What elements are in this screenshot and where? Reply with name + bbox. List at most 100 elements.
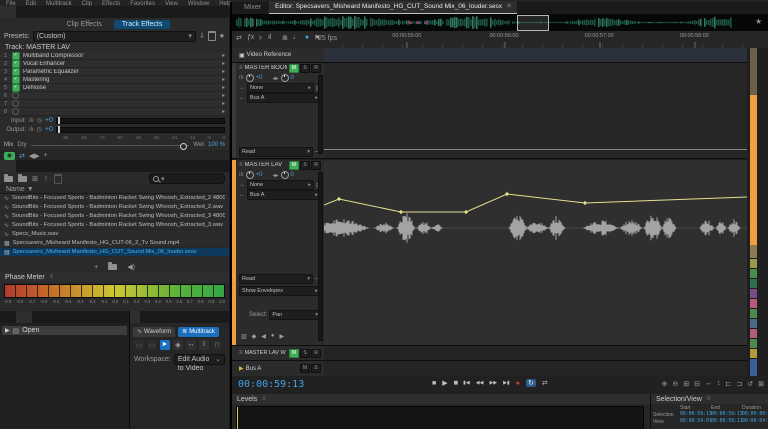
history-item[interactable]: ▶ ▤ Open bbox=[2, 326, 127, 335]
tab-editor-session[interactable]: Editor: Specsavers_Misheard Manifesto_HG… bbox=[269, 1, 518, 14]
loop-playback-button[interactable]: ↻ bbox=[526, 379, 536, 387]
file-row[interactable]: Specs_Music.wav bbox=[0, 230, 229, 239]
chevron-right-icon[interactable]: ▸ bbox=[222, 76, 225, 83]
tool-icon[interactable]: ⊓ bbox=[212, 339, 222, 350]
fx-icon[interactable]: ƒx bbox=[247, 34, 254, 42]
navigator-lav-thumb[interactable] bbox=[750, 95, 757, 245]
chevron-right-icon[interactable]: ▸ bbox=[222, 68, 225, 75]
playhead-timecode[interactable]: 00:00:59:13 bbox=[238, 379, 304, 390]
zoom-horizontal-icon[interactable]: ↔ bbox=[705, 380, 712, 388]
panel-tab[interactable] bbox=[16, 160, 32, 172]
panel-tab[interactable] bbox=[32, 160, 48, 172]
delete-preset-icon[interactable] bbox=[207, 31, 216, 41]
file-row[interactable]: Specsavers_Misheard Manifesto_HG_CUT-06_… bbox=[0, 239, 229, 248]
effect-power-icon[interactable] bbox=[12, 59, 20, 68]
panel-tab[interactable] bbox=[64, 6, 80, 18]
pan-knob[interactable] bbox=[280, 74, 289, 82]
panel-tab[interactable] bbox=[48, 6, 64, 18]
zoom-full-icon[interactable]: ⊠ bbox=[758, 380, 764, 388]
panel-tab[interactable] bbox=[16, 311, 32, 323]
chevron-right-icon[interactable]: ▸ bbox=[222, 100, 225, 107]
rack-power-button[interactable]: ◉ bbox=[4, 151, 15, 160]
zoom-in-point-icon[interactable]: ⊕ bbox=[662, 380, 668, 388]
tab-track-effects[interactable]: Track Effects bbox=[113, 19, 171, 29]
razor-tool-icon[interactable]: ◈ bbox=[173, 339, 183, 350]
file-row[interactable]: SoundBits - Focused Sports - Badminton R… bbox=[0, 194, 229, 203]
track-video-reference[interactable]: ▣ Video Reference bbox=[232, 48, 747, 63]
chevron-right-icon[interactable]: ▸ bbox=[222, 108, 225, 115]
arm-button[interactable]: R bbox=[311, 160, 321, 170]
add-effect-icon[interactable]: + bbox=[44, 152, 48, 159]
panel-tab[interactable] bbox=[0, 6, 16, 18]
rewind-button[interactable]: ◀◀ bbox=[476, 380, 484, 386]
effect-power-icon[interactable] bbox=[12, 92, 19, 99]
fast-forward-button[interactable]: ▶▶ bbox=[489, 380, 497, 386]
panel-tab[interactable] bbox=[140, 311, 150, 323]
meter-icon[interactable]: ıl bbox=[268, 34, 272, 42]
open-folder-icon[interactable] bbox=[108, 262, 118, 270]
panel-tab[interactable] bbox=[0, 311, 16, 323]
solo-button[interactable]: S bbox=[300, 348, 310, 358]
open-file-icon[interactable] bbox=[18, 173, 27, 182]
panel-menu-icon[interactable]: ≡ bbox=[262, 396, 266, 402]
tool-icon[interactable]: ▭ bbox=[134, 339, 144, 350]
effect-slot[interactable]: 6 ▸ bbox=[0, 92, 229, 100]
favorite-star-icon[interactable]: ★ bbox=[755, 17, 762, 26]
tab-mixer[interactable]: Mixer bbox=[236, 2, 269, 14]
pre-post-icon[interactable]: ◀▶ bbox=[29, 152, 40, 160]
chevron-right-icon[interactable]: ▸ bbox=[222, 60, 225, 67]
output-gain-slider[interactable] bbox=[55, 125, 225, 133]
solo-button[interactable]: S bbox=[300, 63, 310, 73]
slider-handle[interactable] bbox=[57, 116, 60, 124]
panel-tab[interactable] bbox=[16, 6, 32, 18]
timeline-ruler[interactable]: 00:00:55:00 00:00:56:00 00:00:57:00 00:00:5… bbox=[342, 31, 747, 48]
effect-power-icon[interactable] bbox=[12, 108, 19, 115]
pan-knob[interactable] bbox=[280, 171, 289, 179]
time-selection-tool-icon[interactable]: I bbox=[199, 339, 209, 350]
new-item-icon[interactable]: ⊞ bbox=[32, 175, 38, 183]
magnet-icon[interactable]: ⋒ bbox=[282, 34, 288, 42]
chevron-right-icon[interactable]: ▸ bbox=[222, 84, 225, 91]
favorite-star-icon[interactable]: ★ bbox=[219, 32, 225, 40]
view-duration[interactable]: 00:00:04:10 bbox=[742, 419, 768, 425]
next-keyframe-icon[interactable]: ▶ bbox=[280, 333, 285, 340]
zoom-in-horizontal-icon[interactable]: ⊞ bbox=[683, 380, 689, 388]
volume-knob[interactable] bbox=[245, 74, 254, 82]
selection-start[interactable]: 00:00:59:13 bbox=[680, 412, 712, 418]
routing-icon[interactable]: ⇄ bbox=[19, 152, 25, 160]
view-end[interactable]: 00:00:58:11 bbox=[711, 419, 743, 425]
pause-button[interactable]: ▮▮ bbox=[454, 380, 458, 386]
add-icon[interactable]: + bbox=[94, 264, 98, 271]
effect-power-icon[interactable] bbox=[12, 67, 20, 76]
waveform-view-button[interactable]: ∿ Waveform bbox=[133, 326, 176, 337]
panel-tab[interactable] bbox=[48, 160, 64, 172]
effect-power-icon[interactable] bbox=[12, 83, 20, 92]
keyframe-dot-icon[interactable]: ● bbox=[271, 333, 275, 339]
tab-clip-effects[interactable]: Clip Effects bbox=[59, 20, 110, 29]
tool-icon[interactable]: ▭ bbox=[147, 339, 157, 350]
zoom-out-horizontal-icon[interactable]: ⊟ bbox=[694, 380, 700, 388]
import-file-icon[interactable] bbox=[4, 173, 13, 182]
view-start[interactable]: 00:00:54:01 bbox=[680, 419, 712, 425]
files-search-input[interactable]: ▾ bbox=[149, 173, 225, 184]
stop-button[interactable]: ■ bbox=[432, 380, 436, 387]
file-row[interactable]: SoundBits - Focused Sports - Badminton R… bbox=[0, 212, 229, 221]
scroll-toggle-icon[interactable]: ⇄ bbox=[236, 34, 242, 42]
slider-handle[interactable] bbox=[180, 142, 188, 150]
panel-menu-icon[interactable]: ≡ bbox=[50, 274, 54, 280]
volume-knob[interactable] bbox=[245, 171, 254, 179]
track-input-dropdown[interactable]: None ▸ bbox=[247, 83, 314, 93]
panel-tab[interactable] bbox=[0, 160, 16, 172]
file-row[interactable]: Specsavers_Misheard Manifesto_HG_CUT_Sou… bbox=[0, 248, 229, 257]
zoom-to-selection-in-icon[interactable]: ⊏ bbox=[726, 380, 732, 388]
track-master-lav[interactable]: ≡ MASTER LAV M S R ılı +0 ◂▸ 0 → None ▸ … bbox=[232, 160, 748, 346]
selection-end[interactable]: 00:00:59:13 bbox=[711, 412, 743, 418]
panel-menu-icon[interactable]: ≡ bbox=[707, 396, 711, 402]
file-row[interactable]: SoundBits - Focused Sports - Badminton R… bbox=[0, 203, 229, 212]
track-master-lav-w[interactable]: ≡ MASTER LAV W M S R bbox=[232, 346, 747, 361]
effect-power-icon[interactable] bbox=[12, 75, 20, 84]
overview-view-rectangle[interactable] bbox=[517, 15, 549, 31]
envelope-select-dropdown[interactable]: Pan ▾ bbox=[269, 310, 321, 320]
metronome-icon[interactable]: ♩ bbox=[293, 34, 300, 42]
effect-slot[interactable]: 1 Multiband Compressor ▸ bbox=[0, 51, 229, 60]
